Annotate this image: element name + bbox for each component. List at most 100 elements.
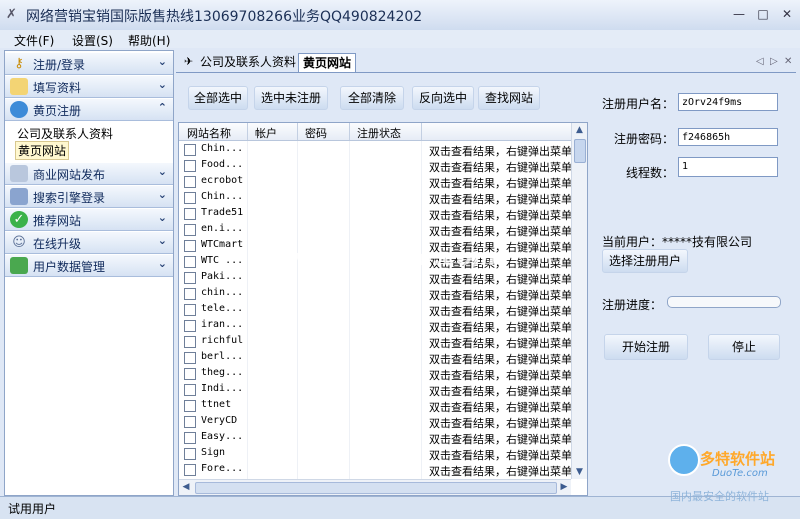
sidebar-item-register-login[interactable]: ⚷ 注册/登录 ⌄ (5, 53, 173, 75)
table-row[interactable]: en.i... 双击查看结果，右键弹出菜单 (179, 222, 571, 238)
tab-prev-icon[interactable]: ◁ (756, 56, 764, 67)
horizontal-scrollbar[interactable]: ◀ ▶ (179, 479, 571, 495)
table-row[interactable]: ttnet 双击查看结果，右键弹出菜单 (179, 398, 571, 414)
row-checkbox[interactable] (184, 192, 196, 204)
status-cell: 双击查看结果，右键弹出菜单 (429, 321, 571, 334)
col-account[interactable]: 帐户 (255, 125, 277, 141)
site-list[interactable]: 网站名称 帐户 密码 注册状态 Chin... 双击查看结果，右键弹出菜单 Food… (178, 122, 588, 496)
table-row[interactable]: Sign 双击查看结果，右键弹出菜单 (179, 446, 571, 462)
table-row[interactable]: tele... 双击查看结果，右键弹出菜单 (179, 302, 571, 318)
row-checkbox[interactable] (184, 304, 196, 316)
table-row[interactable]: theg... 双击查看结果，右键弹出菜单 (179, 366, 571, 382)
select-register-user-button[interactable]: 选择注册用户 (602, 249, 688, 273)
col-password[interactable]: 密码 (305, 125, 327, 141)
scroll-thumb[interactable] (574, 139, 586, 163)
table-row[interactable]: iran... 双击查看结果，右键弹出菜单 (179, 318, 571, 334)
table-row[interactable]: Chin... 双击查看结果，右键弹出菜单 (179, 190, 571, 206)
sidebar-item-fill-info[interactable]: 填写资料 ⌄ (5, 76, 173, 98)
site-name-cell: ttnet (201, 399, 232, 410)
row-checkbox[interactable] (184, 144, 196, 156)
scroll-left-icon[interactable]: ◀ (179, 480, 193, 495)
vertical-scrollbar[interactable]: ▲ ▼ (571, 123, 587, 479)
row-checkbox[interactable] (184, 352, 196, 364)
row-checkbox[interactable] (184, 176, 196, 188)
row-checkbox[interactable] (184, 368, 196, 380)
hscroll-thumb[interactable] (195, 482, 557, 494)
table-row[interactable]: Fore... 双击查看结果，右键弹出菜单 (179, 462, 571, 478)
status-cell: 双击查看结果，右键弹出菜单 (429, 209, 571, 222)
status-cell: 双击查看结果，右键弹出菜单 (429, 161, 571, 174)
sidebar-item-data-manage[interactable]: 用户数据管理 ⌄ (5, 255, 173, 277)
select-unregistered-button[interactable]: 选中未注册 (254, 86, 328, 110)
table-row[interactable]: Indi... 双击查看结果，右键弹出菜单 (179, 382, 571, 398)
row-checkbox[interactable] (184, 208, 196, 220)
row-checkbox[interactable] (184, 272, 196, 284)
pin-icon[interactable]: ✈ (180, 53, 197, 71)
scroll-up-icon[interactable]: ▲ (572, 123, 587, 137)
menu-file[interactable]: 文件(F) (14, 32, 54, 49)
scroll-down-icon[interactable]: ▼ (572, 465, 587, 479)
status-cell: 双击查看结果，右键弹出菜单 (429, 289, 571, 302)
site-name-cell: VeryCD (201, 415, 238, 426)
row-checkbox[interactable] (184, 240, 196, 252)
table-row[interactable]: Trade51 双击查看结果，右键弹出菜单 (179, 206, 571, 222)
site-name-cell: Trade51 (201, 207, 244, 218)
col-site-name[interactable]: 网站名称 (187, 125, 231, 141)
tab-next-icon[interactable]: ▷ (770, 56, 778, 67)
app-icon: ✗ (6, 7, 17, 22)
duote-logo-icon (668, 444, 700, 476)
stop-button[interactable]: 停止 (708, 334, 780, 360)
threads-field[interactable]: 1 (678, 157, 778, 177)
maximize-button[interactable]: □ (754, 6, 772, 22)
table-row[interactable]: richful 双击查看结果，右键弹出菜单 (179, 334, 571, 350)
col-status[interactable]: 注册状态 (357, 125, 401, 141)
sidebar-item-search-engine[interactable]: 搜索引擎登录 ⌄ (5, 186, 173, 208)
tab-company-info[interactable]: 公司及联系人资料 (196, 53, 300, 71)
scroll-right-icon[interactable]: ▶ (557, 480, 571, 495)
row-checkbox[interactable] (184, 464, 196, 476)
table-row[interactable]: ecrobot 双击查看结果，右键弹出菜单 (179, 174, 571, 190)
menu-help[interactable]: 帮助(H) (128, 32, 170, 49)
table-row[interactable]: VeryCD 双击查看结果，右键弹出菜单 (179, 414, 571, 430)
start-register-button[interactable]: 开始注册 (604, 334, 688, 360)
row-checkbox[interactable] (184, 448, 196, 460)
select-all-button[interactable]: 全部选中 (188, 86, 248, 110)
row-checkbox[interactable] (184, 320, 196, 332)
sidebar-item-yellowpage[interactable]: 黄页注册 ⌃ (5, 99, 173, 121)
sidebar-subitem-yellowpage-sites[interactable]: 黄页网站 (15, 141, 70, 160)
row-checkbox[interactable] (184, 256, 196, 268)
username-field[interactable]: zOrv24f9ms (678, 93, 778, 111)
row-checkbox[interactable] (184, 416, 196, 428)
table-row[interactable]: berl... 双击查看结果，右键弹出菜单 (179, 350, 571, 366)
tab-yellowpage-sites[interactable]: 黄页网站 (298, 53, 357, 72)
minimize-button[interactable]: — (730, 6, 748, 22)
row-checkbox[interactable] (184, 400, 196, 412)
row-checkbox[interactable] (184, 288, 196, 300)
table-row[interactable]: Easy... 双击查看结果，右键弹出菜单 (179, 430, 571, 446)
table-row[interactable]: Paki... 双击查看结果，右键弹出菜单 (179, 270, 571, 286)
tab-close-icon[interactable]: ✕ (784, 56, 792, 67)
sidebar-item-recommend[interactable]: ✓ 推荐网站 ⌄ (5, 209, 173, 231)
sidebar-subitem-company[interactable]: 公司及联系人资料 (17, 125, 113, 142)
key-icon: ⚷ (14, 56, 24, 71)
row-checkbox[interactable] (184, 160, 196, 172)
clear-all-button[interactable]: 全部清除 (340, 86, 404, 110)
menu-settings[interactable]: 设置(S) (72, 32, 113, 49)
row-checkbox[interactable] (184, 432, 196, 444)
row-checkbox[interactable] (184, 384, 196, 396)
invert-selection-button[interactable]: 反向选中 (412, 86, 474, 110)
table-row[interactable]: Chin... 双击查看结果，右键弹出菜单 (179, 142, 571, 158)
sidebar-item-business-publish[interactable]: 商业网站发布 ⌄ (5, 163, 173, 185)
row-checkbox[interactable] (184, 336, 196, 348)
status-cell: 双击查看结果，右键弹出菜单 (429, 465, 571, 478)
row-checkbox[interactable] (184, 224, 196, 236)
close-button[interactable]: ✕ (778, 6, 796, 22)
col-separator (349, 123, 350, 140)
find-site-button[interactable]: 查找网站 (478, 86, 540, 110)
table-row[interactable]: Food... 双击查看结果，右键弹出菜单 (179, 158, 571, 174)
table-row[interactable]: chin... 双击查看结果，右键弹出菜单 (179, 286, 571, 302)
status-cell: 双击查看结果，右键弹出菜单 (429, 353, 571, 366)
password-field[interactable]: f246865h (678, 128, 778, 146)
site-name-cell: ecrobot (201, 175, 244, 186)
sidebar-item-upgrade[interactable]: ☺ 在线升级 ⌄ (5, 232, 173, 254)
